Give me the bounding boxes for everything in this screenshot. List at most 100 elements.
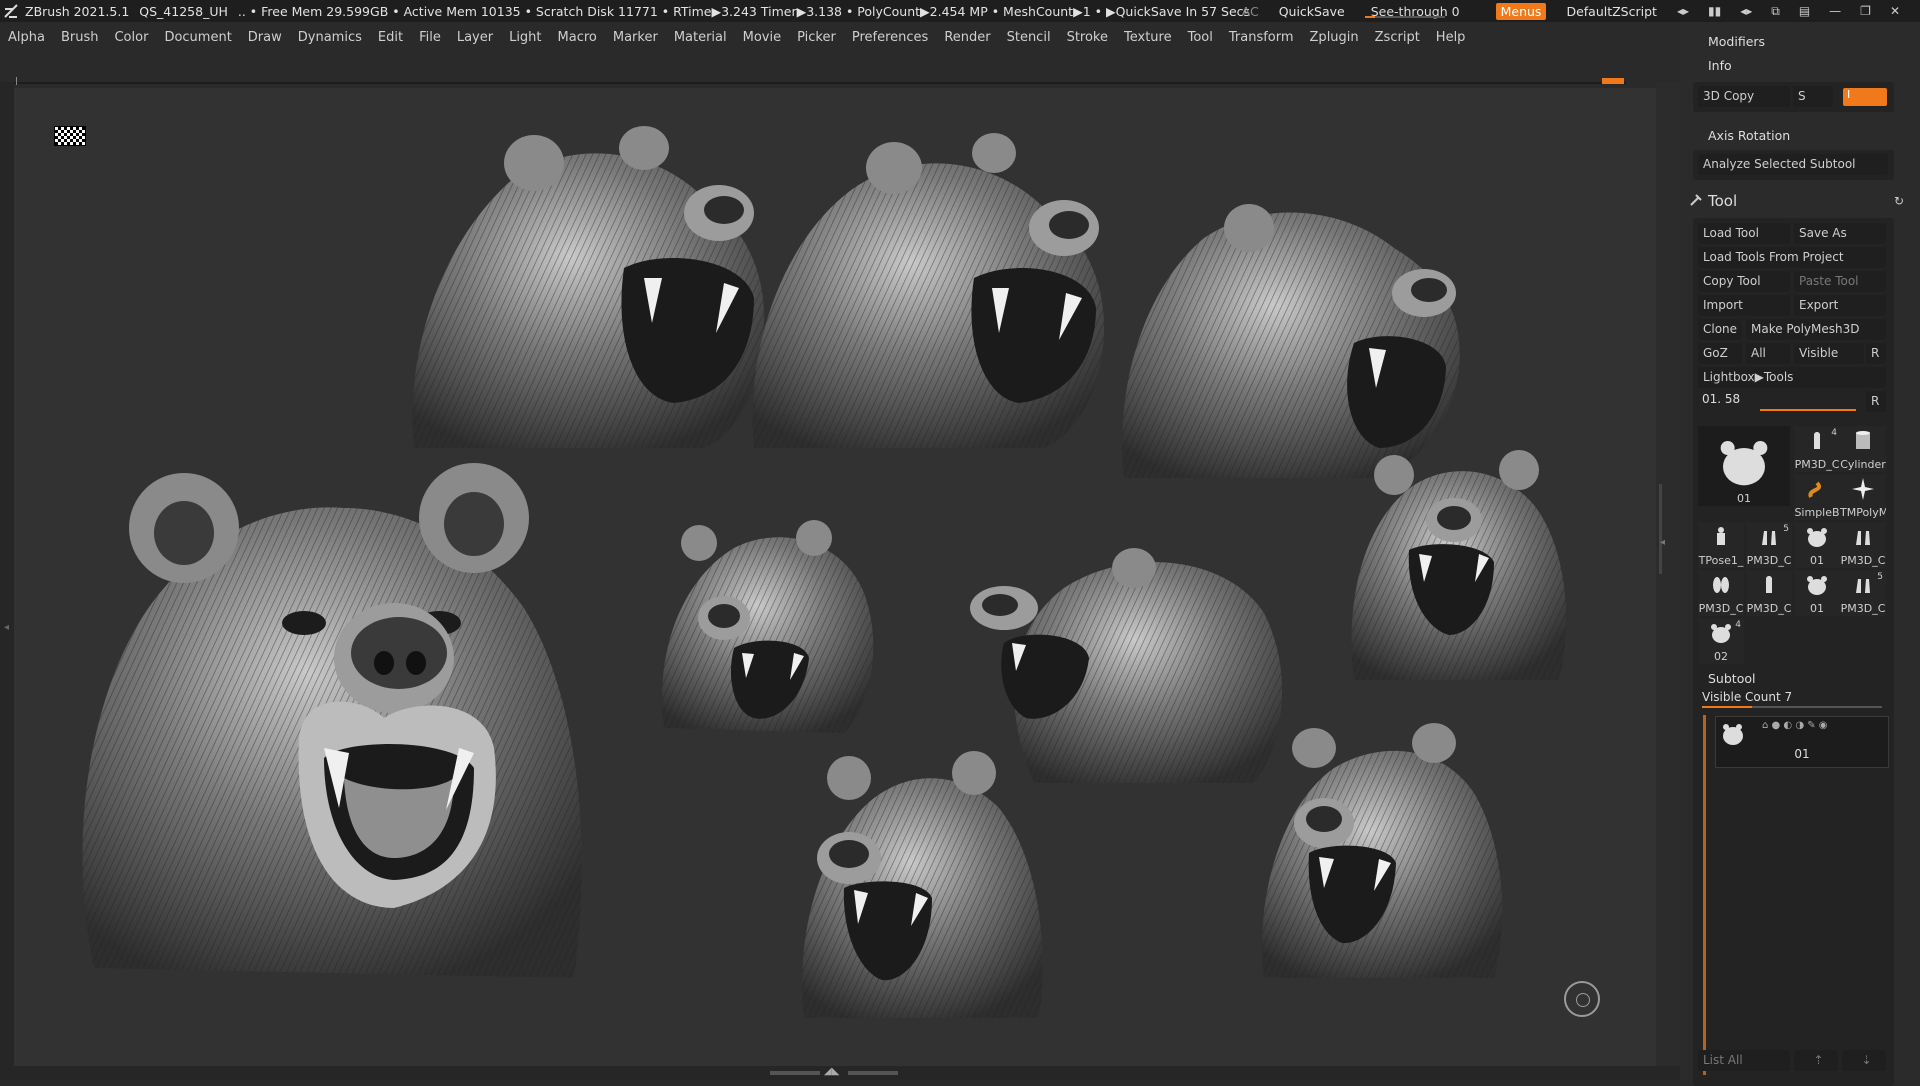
bear-head-model[interactable]: [54, 448, 614, 1018]
see-through-slider[interactable]: See-through 0: [1364, 4, 1476, 19]
tool-thumbnail[interactable]: Cylinder: [1840, 426, 1886, 472]
reset-icon[interactable]: ↻: [1894, 194, 1904, 208]
restore-icon[interactable]: ❐: [1860, 4, 1871, 19]
tool-thumbnail[interactable]: PM3D_C: [1698, 570, 1744, 616]
menu-stencil[interactable]: Stencil: [999, 30, 1059, 45]
menu-zplugin[interactable]: Zplugin: [1302, 30, 1367, 45]
menu-tool[interactable]: Tool: [1180, 30, 1221, 45]
bear-head-model[interactable]: [1114, 168, 1474, 488]
axis-rotation-label[interactable]: Axis Rotation: [1708, 128, 1790, 143]
bear-head-model[interactable]: [794, 748, 1054, 1028]
layout-next-icon[interactable]: ◂▸: [1740, 4, 1752, 19]
layout-prev-icon[interactable]: ◂▸: [1677, 4, 1689, 19]
tool-slider-r-button[interactable]: R: [1866, 391, 1886, 412]
tool-thumbnail[interactable]: 01: [1794, 570, 1840, 616]
tool-thumbnail[interactable]: PM3D_C 5: [1840, 570, 1886, 616]
modifiers-label[interactable]: Modifiers: [1708, 34, 1765, 49]
document-canvas[interactable]: [14, 88, 1656, 1066]
tool-thumbnail[interactable]: PM3D_C 4: [1794, 426, 1840, 472]
menu-dynamics[interactable]: Dynamics: [290, 30, 370, 45]
goz-r-button[interactable]: R: [1866, 343, 1886, 364]
subtool-controls-icon[interactable]: ⌂ ● ◐ ◑ ✎ ◉: [1762, 720, 1828, 731]
menu-render[interactable]: Render: [936, 30, 998, 45]
bear-head-model[interactable]: [654, 518, 884, 743]
swap-ui-icon[interactable]: ⧉: [1771, 4, 1780, 19]
subtool-scrollbar[interactable]: [1703, 715, 1706, 1075]
menu-transform[interactable]: Transform: [1221, 30, 1302, 45]
menu-brush[interactable]: Brush: [53, 30, 107, 45]
expand-bottom-icon[interactable]: ◢◣: [824, 1066, 839, 1077]
menu-material[interactable]: Material: [666, 30, 735, 45]
default-ui-icon[interactable]: ▤: [1799, 4, 1810, 19]
move-down-icon[interactable]: ⇣: [1842, 1050, 1886, 1071]
tool-thumbnail[interactable]: 02 4: [1698, 618, 1744, 664]
menu-color[interactable]: Color: [106, 30, 156, 45]
menu-document[interactable]: Document: [156, 30, 239, 45]
tool-thumbnail[interactable]: TPose1_: [1698, 522, 1744, 568]
goz-all-button[interactable]: All: [1746, 343, 1790, 364]
analyze-subtool-button[interactable]: Analyze Selected Subtool: [1698, 154, 1888, 175]
tool-thumbnail[interactable]: PM3D_C 5: [1746, 522, 1792, 568]
menu-preferences[interactable]: Preferences: [844, 30, 936, 45]
copy-tool-button[interactable]: Copy Tool: [1698, 271, 1790, 292]
expand-left-icon[interactable]: ◂: [4, 622, 9, 633]
move-up-icon[interactable]: ⇡: [1794, 1050, 1838, 1071]
subtool-item[interactable]: ⌂ ● ◐ ◑ ✎ ◉ 01: [1715, 716, 1889, 768]
goz-button[interactable]: GoZ: [1698, 343, 1742, 364]
ac-toggle[interactable]: AC: [1242, 4, 1259, 19]
collapse-right-icon[interactable]: ◂: [1660, 537, 1665, 548]
bear-head-model[interactable]: [404, 118, 774, 463]
tool-thumbnail[interactable]: SimpleB: [1794, 474, 1840, 520]
menu-help[interactable]: Help: [1428, 30, 1474, 45]
menu-marker[interactable]: Marker: [605, 30, 666, 45]
tool-thumbnail[interactable]: TMPolyM: [1840, 474, 1886, 520]
visible-count-slider[interactable]: [1702, 706, 1882, 708]
menu-movie[interactable]: Movie: [735, 30, 789, 45]
quicksave-button[interactable]: QuickSave: [1279, 4, 1345, 19]
tool-slider[interactable]: [1760, 409, 1856, 411]
info-label[interactable]: Info: [1708, 58, 1732, 73]
menu-zscript[interactable]: Zscript: [1367, 30, 1428, 45]
close-icon[interactable]: ✕: [1890, 4, 1900, 19]
clone-button[interactable]: Clone: [1698, 319, 1742, 340]
menu-texture[interactable]: Texture: [1116, 30, 1180, 45]
bear-head-model[interactable]: [744, 128, 1114, 458]
list-all-button[interactable]: List All: [1698, 1050, 1790, 1071]
make-polymesh3d-button[interactable]: Make PolyMesh3D: [1746, 319, 1886, 340]
tool-palette-title[interactable]: Tool: [1708, 192, 1737, 210]
layout-cycle-icon[interactable]: ▮▮: [1708, 4, 1721, 19]
i-toggle[interactable]: I: [1843, 88, 1887, 106]
paste-tool-button[interactable]: Paste Tool: [1794, 271, 1886, 292]
menu-alpha[interactable]: Alpha: [0, 30, 53, 45]
menu-picker[interactable]: Picker: [789, 30, 844, 45]
menu-stroke[interactable]: Stroke: [1059, 30, 1116, 45]
left-tray[interactable]: ◂: [0, 82, 14, 1067]
goz-visible-button[interactable]: Visible: [1794, 343, 1864, 364]
subtool-title[interactable]: Subtool: [1708, 671, 1755, 686]
export-button[interactable]: Export: [1794, 295, 1886, 316]
menu-file[interactable]: File: [411, 30, 449, 45]
s-button[interactable]: S: [1793, 86, 1833, 107]
load-tool-button[interactable]: Load Tool: [1698, 223, 1790, 244]
default-zscript-button[interactable]: DefaultZScript: [1566, 4, 1657, 19]
save-as-button[interactable]: Save As: [1794, 223, 1886, 244]
menu-light[interactable]: Light: [501, 30, 549, 45]
bear-head-model[interactable]: [1254, 723, 1514, 988]
load-tools-from-project-button[interactable]: Load Tools From Project: [1698, 247, 1886, 268]
tool-thumbnail[interactable]: PM3D_C: [1746, 570, 1792, 616]
menu-draw[interactable]: Draw: [240, 30, 290, 45]
3d-copy-button[interactable]: 3D Copy: [1698, 86, 1790, 107]
viewport-navigation-icon[interactable]: [1564, 981, 1600, 1017]
floor-grid-icon[interactable]: [54, 126, 86, 146]
menus-toggle-button[interactable]: Menus: [1495, 2, 1547, 20]
tool-thumbnail[interactable]: 01: [1698, 426, 1790, 506]
menu-edit[interactable]: Edit: [370, 30, 411, 45]
tool-thumbnail[interactable]: PM3D_C: [1840, 522, 1886, 568]
menu-macro[interactable]: Macro: [550, 30, 605, 45]
menu-layer[interactable]: Layer: [449, 30, 501, 45]
right-tray-divider[interactable]: ◂: [1656, 82, 1680, 1067]
minimize-icon[interactable]: —: [1829, 4, 1841, 19]
lightbox-tools-button[interactable]: Lightbox▶Tools: [1698, 367, 1886, 388]
tool-thumbnail[interactable]: 01: [1794, 522, 1840, 568]
import-button[interactable]: Import: [1698, 295, 1790, 316]
